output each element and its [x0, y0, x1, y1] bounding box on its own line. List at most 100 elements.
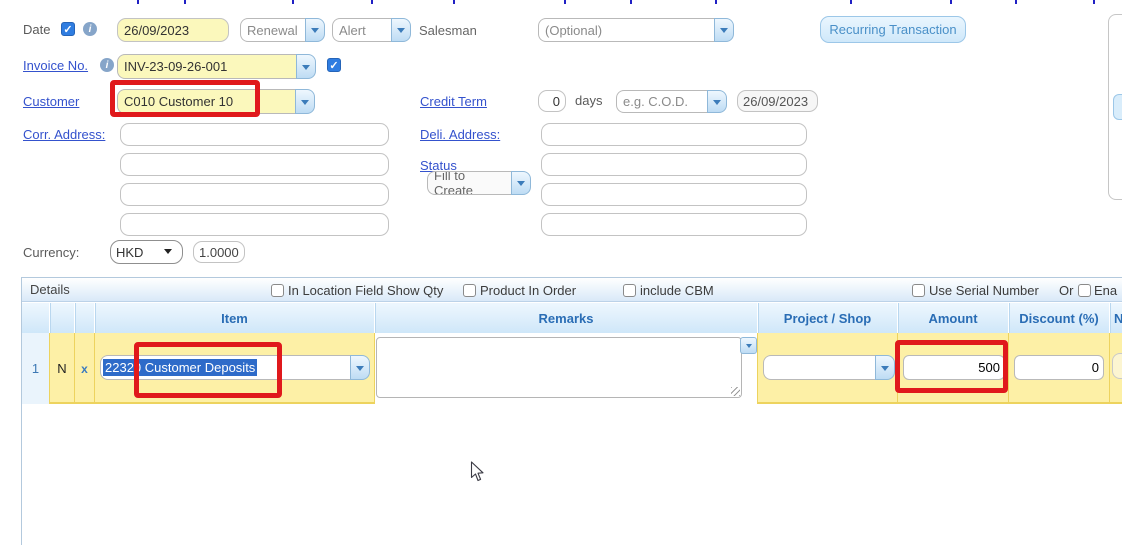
- corr-address-line-2[interactable]: [120, 153, 389, 176]
- row-flag: N: [49, 333, 74, 404]
- status-dropdown[interactable]: Fill to Create: [427, 171, 531, 195]
- annotation-box-customer: [110, 80, 260, 117]
- in-location-label: In Location Field Show Qty: [288, 283, 443, 298]
- deli-address-link[interactable]: Deli. Address:: [420, 127, 500, 142]
- currency-label: Currency:: [23, 245, 79, 260]
- invoice-no-combo[interactable]: INV-23-09-26-001: [117, 54, 316, 79]
- separator-tick: [184, 0, 186, 4]
- date-label: Date: [23, 22, 50, 37]
- chevron-down-icon[interactable]: [511, 171, 531, 195]
- deli-address-line-1[interactable]: [541, 123, 807, 146]
- date-checkbox[interactable]: ✓: [61, 22, 75, 36]
- details-panel: Details In Location Field Show Qty Produ…: [21, 277, 1122, 545]
- chevron-down-icon[interactable]: [295, 89, 315, 114]
- discount-input[interactable]: [1014, 355, 1104, 380]
- customer-link[interactable]: Customer: [23, 94, 79, 109]
- separator-tick: [950, 0, 952, 4]
- currency-select[interactable]: HKD: [110, 240, 183, 264]
- col-delete: [74, 303, 94, 333]
- include-cbm-label: include CBM: [640, 283, 714, 298]
- invoice-entry-screen: Date ✓ i 26/09/2023 Renewal Alert Salesm…: [0, 0, 1122, 545]
- exchange-rate-field: 1.0000: [193, 241, 245, 263]
- due-date-field: 26/09/2023: [737, 90, 818, 112]
- row-number: 1: [22, 333, 49, 404]
- annotation-box-item: [134, 342, 282, 398]
- discount-cell: [1008, 333, 1109, 404]
- separator-tick: [453, 0, 455, 4]
- details-title: Details: [30, 282, 70, 297]
- in-location-checkbox[interactable]: [271, 284, 284, 297]
- check-icon: ✓: [63, 23, 72, 36]
- chevron-down-icon[interactable]: [305, 18, 325, 42]
- invoice-auto-checkbox[interactable]: ✓: [327, 58, 341, 72]
- use-serial-number-checkbox[interactable]: [912, 284, 925, 297]
- deli-address-line-4[interactable]: [541, 213, 807, 236]
- deli-address-line-2[interactable]: [541, 153, 807, 176]
- chevron-down-icon[interactable]: [875, 355, 895, 380]
- separator-tick: [715, 0, 717, 4]
- col-project-shop: Project / Shop: [757, 303, 897, 333]
- days-label: days: [575, 93, 602, 108]
- remarks-dropdown-button[interactable]: [740, 337, 757, 354]
- credit-term-type-dropdown[interactable]: e.g. C.O.D.: [616, 90, 727, 113]
- salesman-label: Salesman: [419, 23, 477, 38]
- date-info-icon[interactable]: i: [83, 22, 97, 36]
- clipped-button[interactable]: [1113, 94, 1122, 120]
- table-header-row: Item Remarks Project / Shop Amount Disco…: [22, 303, 1122, 333]
- col-rownum: [22, 303, 49, 333]
- remarks-textarea[interactable]: [376, 337, 742, 398]
- corr-address-link[interactable]: Corr. Address:: [23, 127, 105, 142]
- or-label: Or: [1059, 283, 1073, 298]
- corr-address-line-1[interactable]: [120, 123, 389, 146]
- resize-handle-icon[interactable]: [731, 387, 740, 396]
- col-remarks: Remarks: [374, 303, 757, 333]
- col-next-clipped: N: [1109, 303, 1122, 333]
- enable-label: Ena: [1094, 283, 1117, 298]
- check-icon: ✓: [329, 59, 338, 72]
- chevron-down-icon[interactable]: [707, 90, 727, 113]
- col-item: Item: [94, 303, 374, 333]
- chevron-down-icon[interactable]: [391, 18, 411, 42]
- separator-tick: [850, 0, 852, 4]
- separator-tick: [1093, 0, 1095, 4]
- salesman-dropdown[interactable]: (Optional): [538, 18, 734, 42]
- next-cell-clipped: [1109, 333, 1122, 404]
- separator-tick: [630, 0, 632, 4]
- product-in-order-label: Product In Order: [480, 283, 576, 298]
- separator-tick: [292, 0, 294, 4]
- project-shop-cell: [757, 333, 897, 404]
- recurring-transaction-button[interactable]: Recurring Transaction: [820, 16, 966, 43]
- product-in-order-checkbox[interactable]: [463, 284, 476, 297]
- remarks-cell: [374, 333, 757, 404]
- col-amount: Amount: [897, 303, 1008, 333]
- details-header-bar: Details In Location Field Show Qty Produ…: [22, 278, 1122, 302]
- col-discount: Discount (%): [1008, 303, 1109, 333]
- corr-address-line-3[interactable]: [120, 183, 389, 206]
- separator-tick: [137, 0, 139, 4]
- right-side-panel: [1108, 14, 1122, 200]
- corr-address-line-4[interactable]: [120, 213, 389, 236]
- chevron-down-icon[interactable]: [714, 18, 734, 42]
- renewal-dropdown[interactable]: Renewal: [240, 18, 325, 42]
- date-input[interactable]: 26/09/2023: [117, 18, 229, 42]
- project-shop-combo[interactable]: [763, 355, 895, 380]
- separator-tick: [564, 0, 566, 4]
- annotation-box-amount: [895, 340, 1008, 393]
- row-delete-button[interactable]: x: [74, 333, 94, 404]
- mouse-cursor: [470, 461, 486, 483]
- col-flag: [49, 303, 74, 333]
- separator-tick: [371, 0, 373, 4]
- alert-dropdown[interactable]: Alert: [332, 18, 411, 42]
- invoice-info-icon[interactable]: i: [100, 58, 114, 72]
- use-serial-number-label: Use Serial Number: [929, 283, 1039, 298]
- separator-tick: [1015, 0, 1017, 4]
- credit-term-days-input[interactable]: 0: [538, 90, 566, 112]
- credit-term-link[interactable]: Credit Term: [420, 94, 487, 109]
- chevron-down-icon[interactable]: [350, 355, 370, 380]
- invoice-no-link[interactable]: Invoice No.: [23, 58, 88, 73]
- enable-checkbox[interactable]: [1078, 284, 1091, 297]
- clipped-yellow-field: [1112, 353, 1122, 379]
- deli-address-line-3[interactable]: [541, 183, 807, 206]
- chevron-down-icon[interactable]: [296, 54, 316, 79]
- include-cbm-checkbox[interactable]: [623, 284, 636, 297]
